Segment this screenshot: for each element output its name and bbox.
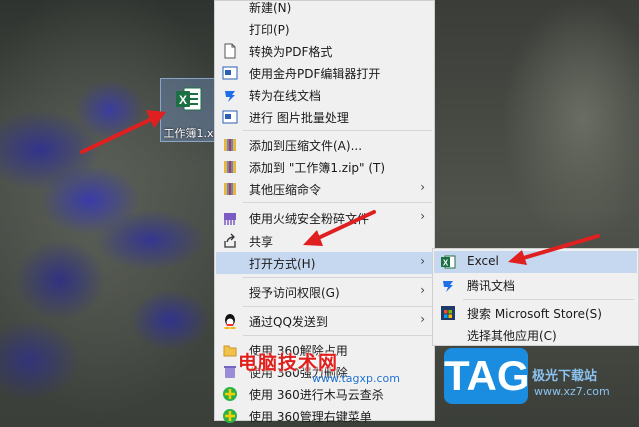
360-delete-icon: [224, 366, 236, 378]
tag-logo: TAG: [444, 348, 530, 404]
submenu-item-choose-other[interactable]: 选择其他应用(C): [434, 324, 637, 346]
menu-item-image-batch[interactable]: 进行 图片批量处理: [216, 106, 433, 128]
tag-logo-text: TAG: [444, 352, 530, 399]
shredder-icon: [224, 213, 236, 225]
360-scan-icon: [223, 387, 237, 401]
submenu-item-excel[interactable]: X Excel: [434, 251, 637, 273]
store-icon: [441, 306, 455, 320]
menu-item-huorong-shred[interactable]: 使用火绒安全粉碎文件 ›: [216, 207, 433, 229]
menu-item-other-compress[interactable]: 其他压缩命令 ›: [216, 178, 433, 200]
submenu-item-search-store[interactable]: 搜索 Microsoft Store(S): [434, 302, 637, 324]
chevron-right-icon: ›: [420, 180, 425, 194]
excel-file-icon: X: [176, 87, 202, 111]
menu-item-print[interactable]: 打印(P): [216, 18, 433, 40]
menu-item-open-pdf-editor[interactable]: 使用金舟PDF编辑器打开: [216, 62, 433, 84]
watermark-title: 电脑技术网: [238, 352, 339, 374]
watermark-side-url: www.xz7.com: [534, 385, 610, 398]
chevron-right-icon: ›: [420, 283, 425, 297]
menu-item-online-doc[interactable]: 转为在线文档: [216, 84, 433, 106]
360-unlock-icon: [223, 345, 237, 357]
menu-item-grant-access[interactable]: 授予访问权限(G) ›: [216, 281, 433, 303]
tencent-docs-icon: [443, 281, 453, 292]
menu-separator: [243, 306, 432, 307]
menu-separator: [243, 202, 432, 203]
chevron-right-icon: ›: [420, 209, 425, 223]
menu-item-new[interactable]: 新建(N): [216, 0, 433, 18]
tencent-docs-icon: [225, 91, 235, 102]
excel-icon: X: [441, 255, 456, 269]
desktop-file-excel[interactable]: X 工作簿1.x: [160, 78, 217, 142]
svg-text:X: X: [443, 259, 449, 268]
document-icon: [224, 43, 236, 59]
archive-icon: [224, 161, 236, 173]
file-name: 工作簿1.x: [163, 127, 214, 140]
menu-separator: [243, 335, 432, 336]
menu-item-360-manage[interactable]: 使用 360管理右键菜单: [216, 405, 433, 427]
menu-item-360-scan[interactable]: 使用 360进行木马云查杀: [216, 383, 433, 405]
menu-item-send-qq[interactable]: 通过QQ发送到 ›: [216, 310, 433, 332]
open-with-submenu: X Excel 腾讯文档 搜索 Microsoft Store(S) 选择其他应…: [432, 248, 639, 346]
image-batch-icon: [222, 110, 238, 124]
chevron-right-icon: ›: [420, 254, 425, 268]
menu-separator: [463, 299, 634, 300]
submenu-item-tencent-docs[interactable]: 腾讯文档: [434, 274, 637, 296]
pdf-editor-icon: [222, 66, 238, 80]
archive-icon: [224, 139, 236, 151]
archive-icon: [224, 183, 236, 195]
menu-separator: [243, 277, 432, 278]
360-manage-icon: [223, 409, 237, 423]
qq-icon: [224, 314, 236, 329]
share-icon: [224, 233, 236, 248]
svg-text:X: X: [179, 93, 187, 107]
watermark-url: www.tagxp.com: [312, 372, 400, 385]
menu-separator: [243, 130, 432, 131]
chevron-right-icon: ›: [420, 312, 425, 326]
menu-item-open-with[interactable]: 打开方式(H) ›: [216, 252, 433, 274]
watermark-side-text: 极光下载站: [532, 369, 598, 384]
menu-item-share[interactable]: 共享: [216, 230, 433, 252]
menu-item-add-archive[interactable]: 添加到压缩文件(A)...: [216, 134, 433, 156]
menu-item-add-zip[interactable]: 添加到 "工作簿1.zip" (T): [216, 156, 433, 178]
menu-item-convert-pdf[interactable]: 转换为PDF格式: [216, 40, 433, 62]
